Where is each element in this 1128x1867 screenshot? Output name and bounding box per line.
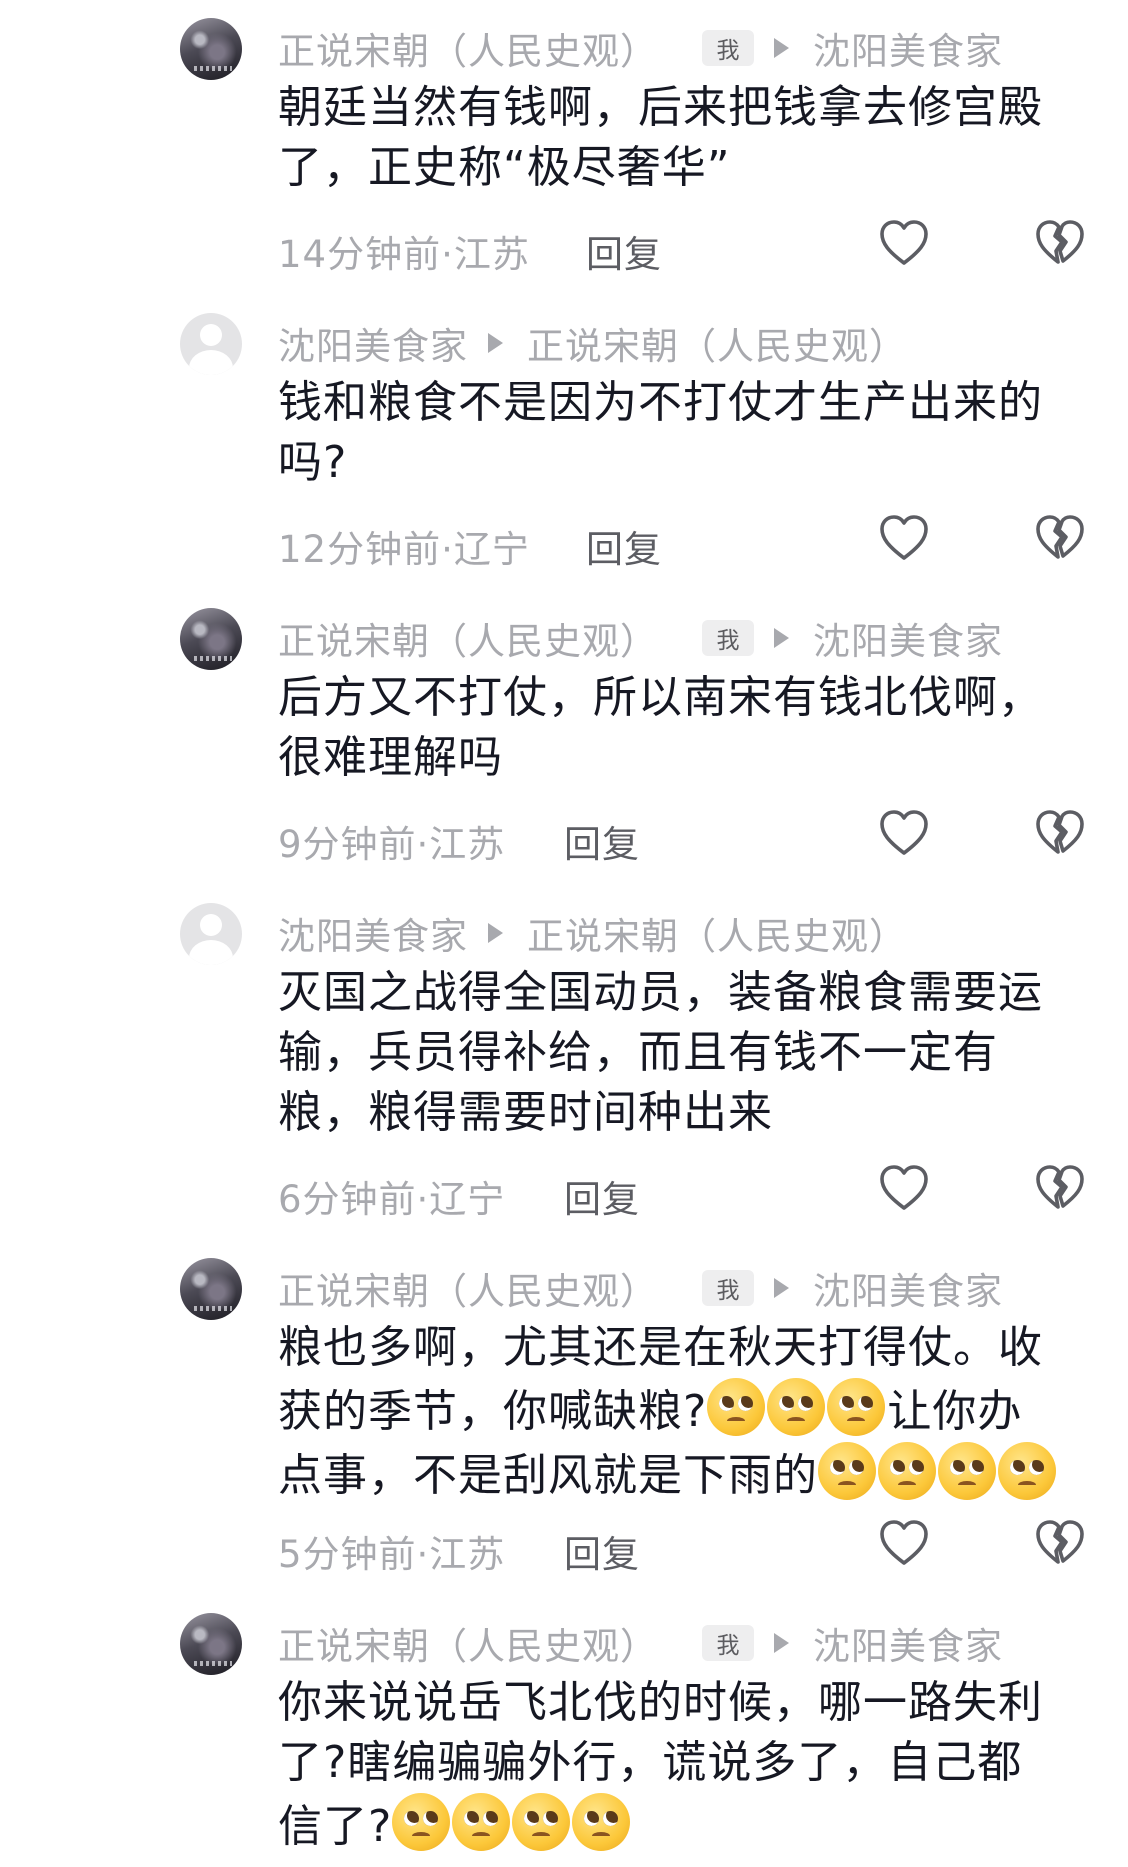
me-badge: 我 [702,1625,754,1661]
default-avatar[interactable] [180,313,242,375]
triangle-right-icon [774,628,789,648]
comment-timestamp: 6分钟前·辽宁 [278,1178,506,1221]
comment-text: 你来说说岳飞北伐的时候，哪一路失利了?瞎编骗骗外行，谎说多了，自己都信了? [278,1673,1058,1857]
comment-text: 灭国之战得全国动员，装备粮食需要运输，兵员得补给，而且有钱不一定有粮，粮得需要时… [278,963,1058,1143]
user-avatar[interactable] [180,1613,242,1675]
pleading-face-emoji [572,1793,631,1851]
emoji-group [818,1442,1058,1501]
triangle-right-icon [774,1633,789,1653]
reply-to-name[interactable]: 沈阳美食家 [813,21,1003,75]
comment-meta: 9分钟前·江苏 回复 [278,806,1088,866]
heart-outline-icon[interactable] [878,808,930,858]
heart-outline-icon[interactable] [878,513,930,563]
comment-meta: 5分钟前·江苏 回复 [278,1516,1088,1576]
pleading-face-emoji [998,1442,1056,1500]
reply-button[interactable]: 回复 [586,519,662,573]
reply-button[interactable]: 回复 [564,1169,640,1223]
comment-header: 正说宋朝（人民史观） 我 沈阳美食家 [278,613,1003,663]
comment-text: 钱和粮食不是因为不打仗才生产出来的吗? [278,373,1058,493]
user-avatar[interactable] [180,1258,242,1320]
reply-button[interactable]: 回复 [586,224,662,278]
triangle-right-icon [774,38,789,58]
author-name[interactable]: 正说宋朝（人民史观） [278,1616,658,1670]
me-badge: 我 [702,30,754,66]
heart-outline-icon[interactable] [878,1518,930,1568]
pleading-face-emoji [767,1378,826,1436]
pleading-face-emoji [707,1378,766,1436]
comment-timestamp: 9分钟前·江苏 [278,823,506,866]
reply-to-name[interactable]: 正说宋朝（人民史观） [527,316,907,370]
comment-text-content: 朝廷当然有钱啊，后来把钱拿去修宫殿了，正史称“极尽奢华” [278,82,1043,193]
broken-heart-icon[interactable] [1034,513,1086,563]
comment-header: 沈阳美食家 正说宋朝（人民史观） [278,908,907,958]
pleading-face-emoji [938,1442,996,1500]
me-badge: 我 [702,1270,754,1306]
comment-text: 粮也多啊，尤其还是在秋天打得仗。收获的季节，你喊缺粮? 让你办点事，不是刮风就是下… [278,1318,1058,1506]
reply-to-name[interactable]: 正说宋朝（人民史观） [527,906,907,960]
triangle-right-icon [774,1278,789,1298]
comment-header: 正说宋朝（人民史观） 我 沈阳美食家 [278,1263,1003,1313]
broken-heart-icon[interactable] [1034,1163,1086,1213]
author-name[interactable]: 正说宋朝（人民史观） [278,611,658,665]
comment-text: 后方又不打仗，所以南宋有钱北伐啊，很难理解吗 [278,668,1058,788]
pleading-face-emoji [818,1442,876,1500]
pleading-face-emoji [878,1442,936,1500]
comment-text-content: 钱和粮食不是因为不打仗才生产出来的吗? [278,377,1043,488]
broken-heart-icon[interactable] [1034,1518,1086,1568]
pleading-face-emoji [452,1793,511,1851]
broken-heart-icon[interactable] [1034,808,1086,858]
comment-meta: 6分钟前·辽宁 回复 [278,1161,1088,1221]
pleading-face-emoji [392,1793,451,1851]
author-name[interactable]: 沈阳美食家 [278,906,468,960]
emoji-group [707,1378,887,1437]
author-name[interactable]: 沈阳美食家 [278,316,468,370]
author-name[interactable]: 正说宋朝（人民史观） [278,1261,658,1315]
comment-timestamp: 14分钟前·江苏 [278,233,530,276]
comment-header: 沈阳美食家 正说宋朝（人民史观） [278,318,907,368]
comment-text: 朝廷当然有钱啊，后来把钱拿去修宫殿了，正史称“极尽奢华” [278,78,1058,198]
reply-button[interactable]: 回复 [564,814,640,868]
pleading-face-emoji [512,1793,571,1851]
reply-button[interactable]: 回复 [564,1524,640,1578]
comment-text-content: 灭国之战得全国动员，装备粮食需要运输，兵员得补给，而且有钱不一定有粮，粮得需要时… [278,967,1043,1138]
triangle-right-icon [488,333,503,353]
comment-meta: 14分钟前·江苏 回复 [278,216,1088,276]
reply-to-name[interactable]: 沈阳美食家 [813,611,1003,665]
default-avatar[interactable] [180,903,242,965]
author-name[interactable]: 正说宋朝（人民史观） [278,21,658,75]
pleading-face-emoji [827,1378,886,1436]
comment-header: 正说宋朝（人民史观） 我 沈阳美食家 [278,23,1003,73]
comment-text-content: 后方又不打仗，所以南宋有钱北伐啊，很难理解吗 [278,672,1043,783]
comment-header: 正说宋朝（人民史观） 我 沈阳美食家 [278,1618,1003,1668]
comment-list: 正说宋朝（人民史观） 我 沈阳美食家 朝廷当然有钱啊，后来把钱拿去修宫殿了，正史… [0,0,1128,1867]
triangle-right-icon [488,923,503,943]
user-avatar[interactable] [180,18,242,80]
reply-to-name[interactable]: 沈阳美食家 [813,1616,1003,1670]
heart-outline-icon[interactable] [878,218,930,268]
me-badge: 我 [702,620,754,656]
emoji-group [392,1793,632,1852]
heart-outline-icon[interactable] [878,1163,930,1213]
user-avatar[interactable] [180,608,242,670]
comment-timestamp: 12分钟前·辽宁 [278,528,530,571]
reply-to-name[interactable]: 沈阳美食家 [813,1261,1003,1315]
comment-meta: 12分钟前·辽宁 回复 [278,511,1088,571]
comment-timestamp: 5分钟前·江苏 [278,1533,506,1576]
broken-heart-icon[interactable] [1034,218,1086,268]
